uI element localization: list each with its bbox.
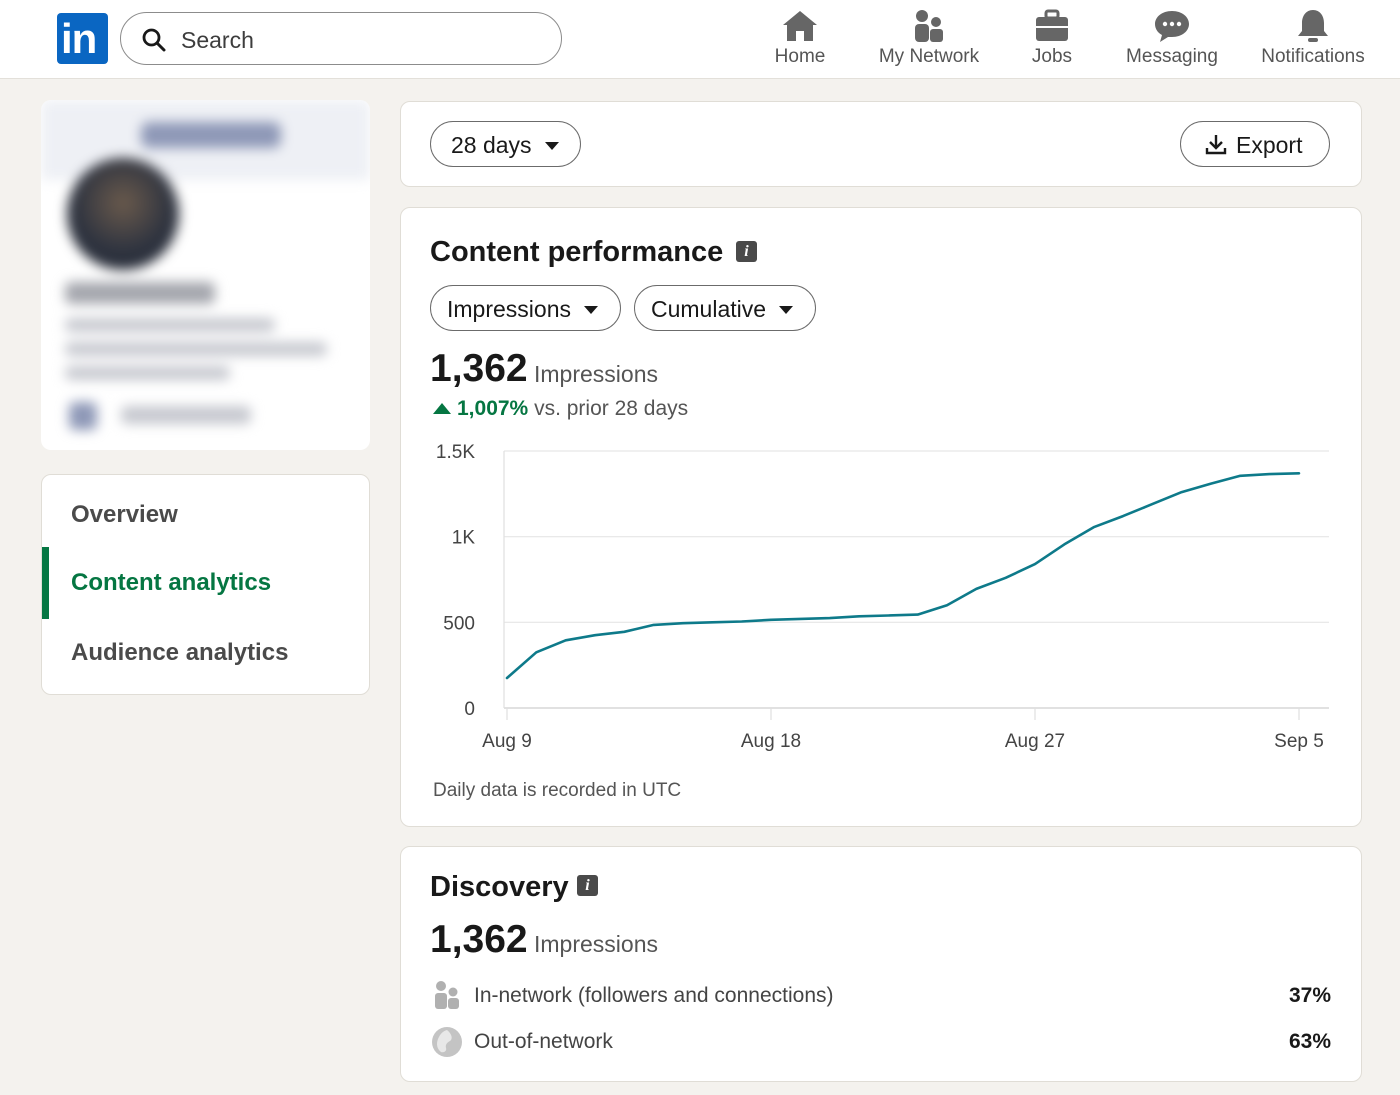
profile-card-blurred-content [41,100,370,450]
nav-my-network[interactable]: My Network [872,6,986,72]
discovery-row-in-network: In-network (followers and connections) 3… [431,978,1331,1014]
linkedin-logo[interactable]: in [57,13,108,64]
nav-jobs[interactable]: Jobs [1022,6,1082,72]
profile-headline-blurred [65,318,275,332]
globe-icon [432,1027,462,1057]
nav-notifications[interactable]: Notifications [1254,6,1372,72]
mode-dropdown-label: Cumulative [651,296,767,322]
discovery-total-label: Impressions [534,931,658,957]
x-tick-label: Aug 18 [741,731,801,752]
trend-up-icon [433,403,451,414]
discovery-row-out-of-network: Out-of-network 63% [431,1024,1331,1060]
chat-icon [1155,11,1189,42]
download-icon [1205,135,1227,155]
avatar [67,158,179,270]
y-tick-label: 500 [443,613,475,634]
discovery-row-value: 37% [1288,984,1331,1007]
date-range-dropdown[interactable]: 28 days [430,121,581,167]
export-label: Export [1236,132,1303,158]
impressions-line-chart: 0 500 1K 1.5K Aug 9 Aug 18 Aug 27 Sep 5 [436,442,1329,752]
chart-footnote: Daily data is recorded in UTC [433,780,682,801]
change-value: 1,007% [457,397,529,420]
discovery-title: Discovery [430,871,569,903]
chevron-down-icon [584,306,598,314]
change-row: 1,007% vs. prior 28 days [457,397,688,421]
bell-icon [1298,10,1328,42]
people-icon [435,981,459,1009]
nav-home-label: Home [774,46,826,67]
profile-card[interactable] [41,100,370,450]
info-icon[interactable]: i [577,875,598,896]
nav-jobs-label: Jobs [1031,46,1073,67]
nav-messaging[interactable]: Messaging [1120,6,1224,72]
y-tick-label: 1.5K [436,442,475,463]
side-nav-content-analytics[interactable]: Content analytics [42,547,369,619]
profile-headline-blurred [65,342,327,356]
company-logo-blurred [69,402,97,430]
analytics-side-nav: Overview Content analytics Audience anal… [41,474,370,695]
search-input[interactable]: Search [120,12,562,65]
network-icon [915,10,943,42]
profile-banner-text-blurred [141,122,281,148]
profile-headline-blurred [65,366,230,380]
search-placeholder: Search [181,27,254,53]
side-nav-audience-analytics[interactable]: Audience analytics [42,617,369,687]
nav-notifications-label: Notifications [1261,46,1365,67]
x-tick-label: Sep 5 [1274,731,1324,752]
search-icon [142,28,166,52]
metric-dropdown[interactable]: Impressions [430,285,621,331]
content-performance-card: Content performance i Impressions Cumula… [400,207,1362,827]
top-nav-bar: in Search Home My Network Jobs Messaging… [0,0,1400,79]
nav-my-network-label: My Network [878,46,980,67]
x-tick-label: Aug 9 [482,731,532,752]
series-line [505,471,1301,680]
export-button[interactable]: Export [1180,121,1330,167]
discovery-row-label: In-network (followers and connections) [474,984,834,1007]
side-nav-content-analytics-label: Content analytics [71,569,272,596]
home-icon [783,11,817,41]
discovery-row-label: Out-of-network [474,1030,613,1053]
discovery-card: Discovery i 1,362 Impressions In-network… [400,846,1362,1082]
active-indicator [42,547,49,619]
total-impressions-label: Impressions [534,361,658,387]
date-range-label: 28 days [451,132,532,158]
side-nav-audience-analytics-label: Audience analytics [71,639,289,666]
filter-toolbar: 28 days Export [400,101,1362,187]
profile-name-blurred [65,282,215,304]
discovery-total-value: 1,362 [430,918,528,961]
logo-text: in [61,15,97,62]
y-tick-label: 0 [464,699,475,720]
side-nav-overview-label: Overview [71,501,178,528]
chevron-down-icon [545,142,559,150]
mode-dropdown[interactable]: Cumulative [634,285,816,331]
chevron-down-icon [779,306,793,314]
content-performance-title: Content performance [430,236,724,268]
nav-home[interactable]: Home [768,6,832,72]
info-icon[interactable]: i [736,241,757,262]
nav-messaging-label: Messaging [1126,46,1218,67]
change-suffix: vs. prior 28 days [534,397,689,420]
company-name-blurred [121,406,251,424]
y-tick-label: 1K [452,528,476,549]
briefcase-icon [1036,9,1068,41]
x-tick-label: Aug 27 [1005,731,1065,752]
total-impressions-value: 1,362 [430,347,528,390]
metric-dropdown-label: Impressions [447,296,571,322]
side-nav-overview[interactable]: Overview [42,479,369,549]
discovery-row-value: 63% [1288,1030,1331,1053]
